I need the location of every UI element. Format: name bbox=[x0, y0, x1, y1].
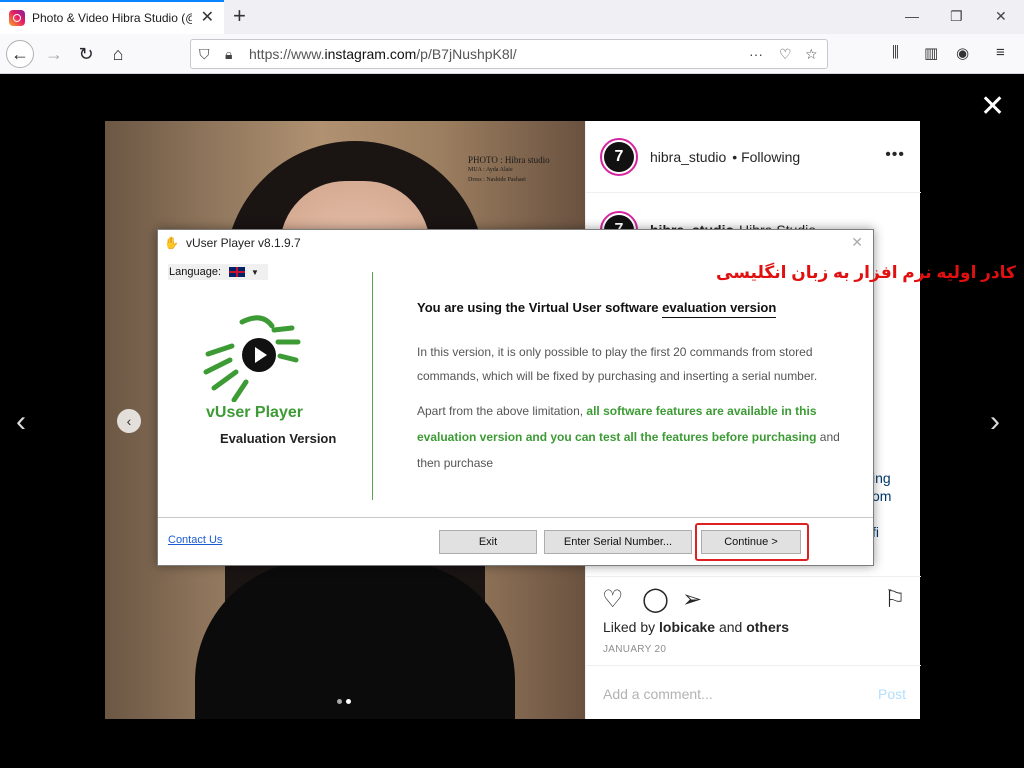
post-header: 7 hibra_studio • Following ••• bbox=[586, 121, 921, 193]
following-status[interactable]: • Following bbox=[732, 149, 800, 165]
enter-serial-button[interactable]: Enter Serial Number... bbox=[544, 530, 692, 554]
dropdown-caret-icon: ▼ bbox=[251, 267, 259, 277]
forward-icon[interactable]: → bbox=[40, 40, 68, 68]
contact-us-link[interactable]: Contact Us bbox=[168, 534, 222, 546]
tab-title: Photo & Video Hibra Studio (@ bbox=[32, 11, 192, 25]
liked-others-link[interactable]: others bbox=[746, 619, 789, 635]
divider bbox=[372, 272, 373, 500]
instagram-favicon-icon bbox=[9, 10, 25, 26]
language-selector[interactable]: Language: ▼ bbox=[168, 264, 268, 280]
home-icon[interactable]: ⌂ bbox=[104, 40, 132, 68]
page-actions-icon[interactable]: ··· bbox=[749, 46, 763, 62]
menu-icon[interactable]: ≡ bbox=[996, 44, 1005, 61]
lock-icon[interactable]: 🔒︎ bbox=[225, 46, 232, 63]
dialog-title: vUser Player v8.1.9.7 bbox=[186, 236, 301, 250]
address-bar[interactable]: ⛉ 🔒︎ https://www.instagram.com/p/B7jNush… bbox=[190, 39, 828, 69]
shield-icon[interactable]: ⛉ bbox=[199, 46, 210, 63]
carousel-dots bbox=[337, 699, 351, 704]
post-username[interactable]: hibra_studio bbox=[650, 149, 726, 165]
navigation-bar: ← → ↻ ⌂ ⛉ 🔒︎ https://www.instagram.com/p… bbox=[0, 34, 1024, 74]
likes-summary: Liked by lobicake and others bbox=[603, 619, 790, 635]
lightbox-close-icon[interactable]: ✕ bbox=[980, 92, 1005, 122]
liked-user-link[interactable]: lobicake bbox=[659, 619, 715, 635]
url-text: https://www.instagram.com/p/B7jNushpK8l/ bbox=[249, 46, 517, 62]
annotation-label: کادر اولیه نرم افزار به زبان انگلیسی bbox=[716, 263, 1016, 282]
dialog-heading: You are using the Virtual User software … bbox=[417, 300, 777, 318]
hashtag-fragment[interactable]: ing bbox=[872, 470, 891, 486]
tab-close-icon[interactable]: ✕ bbox=[201, 10, 214, 26]
play-icon bbox=[242, 338, 276, 372]
photo-credit: PHOTO : Hibra studio MUA : Ayda Alaie Dr… bbox=[468, 155, 550, 183]
browser-tab[interactable]: Photo & Video Hibra Studio (@ ✕ bbox=[0, 0, 224, 34]
previous-post-icon[interactable]: ‹ bbox=[16, 405, 26, 439]
share-icon[interactable]: ➢ bbox=[682, 585, 702, 615]
uk-flag-icon bbox=[229, 267, 245, 277]
comment-input[interactable]: Add a comment... bbox=[603, 686, 713, 702]
hashtag-fragment[interactable]: om bbox=[872, 488, 891, 504]
window-close-icon[interactable]: ✕ bbox=[995, 8, 1007, 24]
screen: Photo & Video Hibra Studio (@ ✕ + — ❐ ✕ … bbox=[0, 0, 1024, 768]
dialog-close-icon[interactable]: ✕ bbox=[851, 234, 863, 251]
comment-icon[interactable]: ◯ bbox=[642, 585, 669, 615]
restore-icon[interactable]: ❐ bbox=[950, 8, 963, 24]
exit-button[interactable]: Exit bbox=[439, 530, 537, 554]
more-options-icon[interactable]: ••• bbox=[885, 146, 905, 164]
divider bbox=[158, 517, 873, 518]
features-text: Apart from the above limitation, all sof… bbox=[417, 404, 840, 470]
sidebar-icon[interactable]: ▥ bbox=[924, 44, 938, 62]
account-icon[interactable]: ◉ bbox=[956, 44, 969, 62]
dialog-titlebar[interactable]: ✋ vUser Player v8.1.9.7 ✕ bbox=[158, 230, 873, 256]
app-name: vUser Player bbox=[206, 404, 303, 421]
avatar[interactable]: 7 bbox=[600, 137, 638, 176]
post-date: JANUARY 20 bbox=[603, 644, 667, 655]
next-post-icon[interactable]: › bbox=[990, 405, 1000, 439]
post-actions: ♡ ◯ ➢ ⚐ Liked by lobicake and others JAN… bbox=[586, 576, 921, 721]
bookmark-star-icon[interactable]: ☆ bbox=[805, 46, 818, 63]
minimize-icon[interactable]: — bbox=[905, 8, 919, 24]
like-heart-icon[interactable]: ♡ bbox=[602, 585, 624, 615]
add-comment-bar: Add a comment... Post bbox=[586, 665, 921, 720]
limitation-text: In this version, it is only possible to … bbox=[417, 345, 818, 383]
app-edition: Evaluation Version bbox=[220, 431, 337, 446]
new-tab-icon[interactable]: + bbox=[233, 4, 246, 28]
reload-icon[interactable]: ↻ bbox=[72, 40, 100, 68]
library-icon[interactable]: ⫼ bbox=[892, 44, 899, 61]
save-bookmark-icon[interactable]: ⚐ bbox=[884, 585, 906, 615]
carousel-prev-icon[interactable]: ‹ bbox=[117, 409, 141, 433]
tab-bar: Photo & Video Hibra Studio (@ ✕ + — ❐ ✕ bbox=[0, 0, 1024, 34]
post-comment-button[interactable]: Post bbox=[878, 686, 906, 702]
vuser-app-icon: ✋ bbox=[164, 236, 179, 250]
annotation-highlight-box bbox=[695, 523, 809, 561]
pocket-icon[interactable]: ♡ bbox=[779, 46, 792, 63]
back-icon[interactable]: ← bbox=[6, 40, 34, 68]
